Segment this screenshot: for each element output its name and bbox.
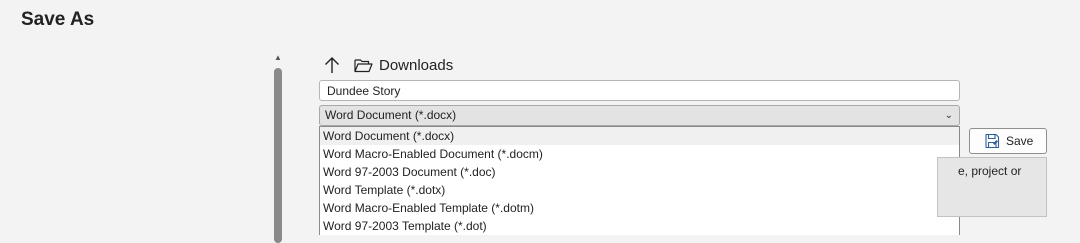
vertical-scrollbar[interactable]: ▲ [273,52,283,243]
save-floppy-icon [985,133,1000,149]
arrow-up-icon[interactable] [320,53,344,77]
dropdown-option[interactable]: Word Template (*.dotx) [320,181,959,199]
location-bar: Downloads [320,53,453,77]
dropdown-option[interactable]: Word Document (*.docx) [320,127,959,145]
file-type-selected: Word Document (*.docx) [325,108,457,122]
page-title: Save As [21,9,95,30]
scroll-up-arrow-icon[interactable]: ▲ [273,52,283,64]
location-label[interactable]: Downloads [379,57,453,74]
dropdown-option[interactable]: Word Macro-Enabled Document (*.docm) [320,145,959,163]
save-button-label: Save [1006,134,1034,148]
save-button[interactable]: Save [969,128,1047,154]
dropdown-option[interactable]: Word Macro-Enabled Template (*.dotm) [320,199,959,217]
file-type-dropdown-list: Word Document (*.docx) Word Macro-Enable… [319,126,960,235]
scroll-thumb[interactable] [274,68,282,243]
filename-input[interactable] [319,80,960,101]
info-text-partial: e, project or [958,164,1022,178]
file-type-select[interactable]: Word Document (*.docx) ⌄ [319,105,960,126]
folder-open-icon [354,53,374,77]
chevron-down-icon: ⌄ [944,110,953,121]
dropdown-option[interactable]: Word 97-2003 Document (*.doc) [320,163,959,181]
dropdown-option[interactable]: Word 97-2003 Template (*.dot) [320,217,959,235]
